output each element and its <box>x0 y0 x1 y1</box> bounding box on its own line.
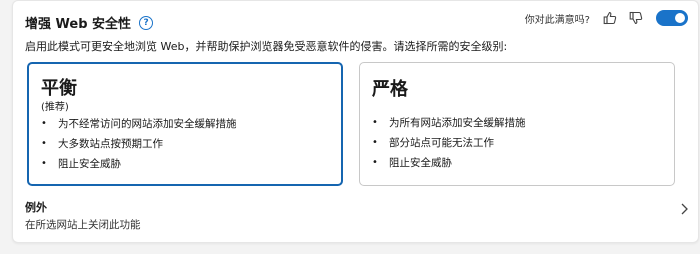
list-item: • 大多数站点按预期工作 <box>41 138 163 150</box>
enhanced-security-card: 增强 Web 安全性 ? 你对此满意吗? 启用此模式可更安全地浏览 Web，并帮… <box>12 0 699 243</box>
option-title: 平衡 <box>41 78 77 99</box>
list-item: • 为不经常访问的网站添加安全缓解措施 <box>41 118 237 130</box>
list-item: • 为所有网站添加安全缓解措施 <box>372 117 526 129</box>
section-title: 增强 Web 安全性 <box>25 17 132 32</box>
section-description: 启用此模式可更安全地浏览 Web，并帮助保护浏览器免受恶意软件的侵害。请选择所需… <box>25 40 508 53</box>
list-item: • 阻止安全威胁 <box>372 157 452 169</box>
feedback-bar: 你对此满意吗? <box>525 10 688 26</box>
exceptions-description: 在所选网站上关闭此功能 <box>25 219 141 231</box>
option-features: • 为所有网站添加安全缓解措施 • 部分站点可能无法工作 • 阻止安全威胁 <box>372 113 526 173</box>
section-header: 增强 Web 安全性 ? <box>25 13 154 32</box>
exceptions-title: 例外 <box>25 201 47 214</box>
thumbs-up-icon[interactable] <box>602 10 618 26</box>
option-title: 严格 <box>372 79 408 100</box>
exceptions-row[interactable]: 例外 在所选网站上关闭此功能 <box>25 199 695 235</box>
recommended-label: (推荐) <box>41 102 69 113</box>
list-item: • 阻止安全威胁 <box>41 158 121 170</box>
chevron-right-icon <box>679 201 689 215</box>
feedback-question: 你对此满意吗? <box>524 14 590 26</box>
enhanced-security-toggle[interactable] <box>656 10 688 26</box>
toggle-knob <box>675 13 685 23</box>
list-item: • 部分站点可能无法工作 <box>372 137 494 149</box>
option-strict[interactable]: 严格 • 为所有网站添加安全缓解措施 • 部分站点可能无法工作 • 阻止安全威胁 <box>359 62 675 186</box>
option-features: • 为不经常访问的网站添加安全缓解措施 • 大多数站点按预期工作 • 阻止安全威胁 <box>41 114 237 174</box>
help-icon[interactable]: ? <box>139 15 154 30</box>
option-balanced[interactable]: 平衡 (推荐) • 为不经常访问的网站添加安全缓解措施 • 大多数站点按预期工作 •… <box>27 62 343 186</box>
thumbs-down-icon[interactable] <box>628 10 644 26</box>
